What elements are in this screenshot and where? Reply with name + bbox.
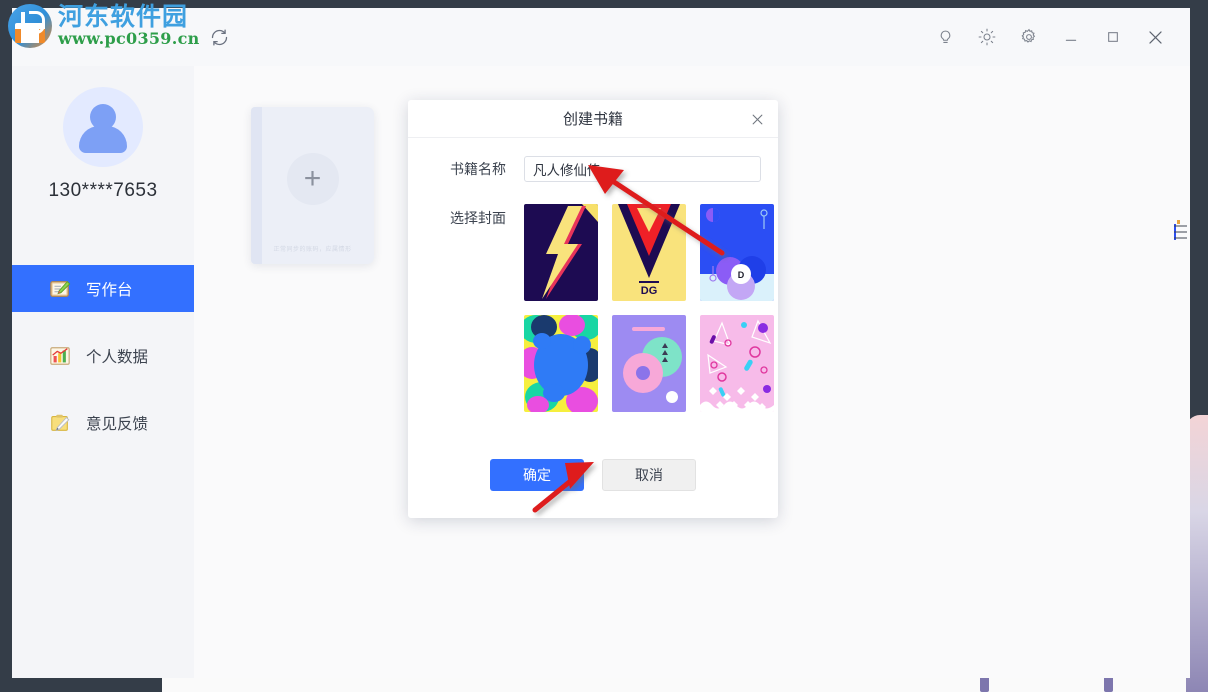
maximize-icon[interactable] <box>1100 24 1126 50</box>
dialog-body: 书籍名称 选择封面 <box>408 138 778 412</box>
user-phone-number: 130****7653 <box>48 180 158 201</box>
brightness-icon[interactable] <box>974 24 1000 50</box>
avatar-body-icon <box>79 126 127 153</box>
watermark-text: 河东软件园 www.pc0359.cn <box>58 4 200 47</box>
close-icon[interactable] <box>1142 24 1168 50</box>
svg-text:DG: DG <box>641 285 658 297</box>
app-window: 130****7653 写作台 个人数据 意见反馈 + 正常同步的账码，应属情形… <box>12 8 1190 678</box>
cover-blue-d-circles[interactable]: D <box>700 204 774 301</box>
desktop-background: 130****7653 写作台 个人数据 意见反馈 + 正常同步的账码，应属情形… <box>0 0 1208 692</box>
cover-dg-triangle[interactable]: DG <box>612 204 686 301</box>
close-icon[interactable] <box>746 108 768 130</box>
hedong-logo-icon <box>8 4 52 48</box>
book-name-label: 书籍名称 <box>450 161 506 177</box>
sidebar: 130****7653 写作台 个人数据 意见反馈 <box>12 8 195 678</box>
add-book-card-note: 正常同步的账码，应属情形 <box>273 247 352 253</box>
cover-select-label: 选择封面 <box>450 210 506 226</box>
svg-text:D: D <box>738 270 745 280</box>
watermark-url: www.pc0359.cn <box>58 28 200 48</box>
sidebar-item-personal-data[interactable]: 个人数据 <box>12 332 194 379</box>
confirm-button[interactable]: 确定 <box>490 459 584 491</box>
book-name-row: 书籍名称 <box>408 156 778 182</box>
watermark: 河东软件园 www.pc0359.cn <box>8 4 200 48</box>
bar-chart-icon <box>48 344 72 368</box>
sidebar-item-label: 个人数据 <box>86 348 149 366</box>
background-list-icon <box>1174 220 1187 240</box>
window-actions <box>932 24 1190 50</box>
bulb-icon[interactable] <box>932 24 958 50</box>
cancel-button[interactable]: 取消 <box>602 459 696 491</box>
dialog-footer: 确定 取消 <box>408 432 778 518</box>
book-name-input[interactable] <box>524 156 761 182</box>
settings-gear-icon[interactable] <box>1016 24 1042 50</box>
sidebar-item-writing-desk[interactable]: 写作台 <box>12 265 194 312</box>
cover-lightning[interactable] <box>524 204 598 301</box>
cover-select-row: 选择封面 DG D <box>408 204 778 412</box>
refresh-icon[interactable] <box>202 20 236 54</box>
sidebar-item-label: 意见反馈 <box>86 415 149 433</box>
create-book-dialog: 创建书籍 书籍名称 选择封面 <box>408 100 778 518</box>
feedback-clipboard-icon <box>48 411 72 435</box>
dialog-title: 创建书籍 <box>562 111 623 128</box>
book-spine <box>251 107 262 264</box>
plus-icon: + <box>286 153 339 205</box>
cover-purple-circles[interactable] <box>612 315 686 412</box>
avatar[interactable] <box>63 87 143 167</box>
cover-pink-confetti[interactable] <box>700 315 774 412</box>
dialog-header: 创建书籍 <box>408 100 778 138</box>
cover-grid: DG D <box>524 204 774 412</box>
add-book-card[interactable]: + 正常同步的账码，应属情形 <box>251 107 374 264</box>
sidebar-item-label: 写作台 <box>86 281 133 299</box>
minimize-icon[interactable] <box>1058 24 1084 50</box>
cover-blob-rainbow[interactable] <box>524 315 598 412</box>
watermark-site-name: 河东软件园 <box>58 2 189 32</box>
notebook-pencil-icon <box>48 277 72 301</box>
sidebar-item-feedback[interactable]: 意见反馈 <box>12 399 194 446</box>
